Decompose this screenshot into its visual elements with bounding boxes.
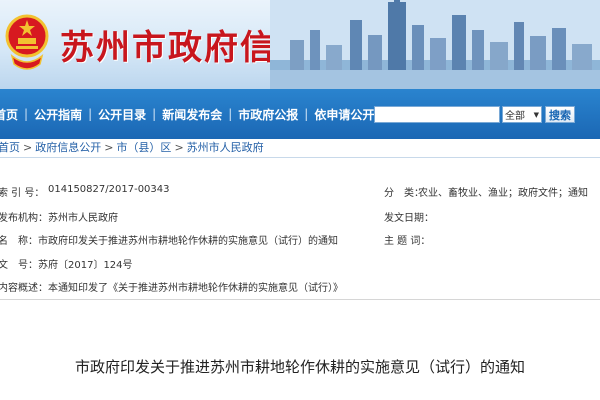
meta-row-publisher: 发布机构： 苏州市人民政府 发文日期： <box>0 209 600 227</box>
publisher-label: 发布机构： <box>0 213 48 224</box>
meta-row-index: 索 引 号： 014150827/2017-00343 分 类： 农业、畜牧业、… <box>0 184 600 202</box>
docno-value: 苏府〔2017〕124号 <box>38 260 133 271</box>
name-label: 名 称： <box>0 236 38 247</box>
nav-guide[interactable]: 公开指南 <box>28 106 88 123</box>
city-skyline-image <box>270 0 600 89</box>
summary-value: 本通知印发了《关于推进苏州市耕地轮作休耕的实施意见（试行）》 <box>48 283 343 294</box>
site-banner: 苏州市政府信息公开 <box>0 0 600 89</box>
breadcrumb-home[interactable]: 首页 <box>0 139 20 155</box>
nav-catalog[interactable]: 公开目录 <box>92 106 152 123</box>
breadcrumb: 首页 > 政府信息公开 > 市（县）区 > 苏州市人民政府 <box>0 139 264 155</box>
docno-label: 文 号： <box>0 260 38 271</box>
search-input[interactable] <box>374 106 500 123</box>
meta-row-docno: 文 号： 苏府〔2017〕124号 <box>0 256 600 274</box>
name-value: 市政府印发关于推进苏州市耕地轮作休耕的实施意见（试行）的通知 <box>38 236 338 247</box>
breadcrumb-separator: > <box>174 140 184 154</box>
date-label: 发文日期： <box>384 213 434 224</box>
chevron-down-icon: ▼ <box>533 110 539 119</box>
category-value: 农业、畜牧业、渔业；政府文件；通知 <box>418 188 588 199</box>
breadcrumb-separator: > <box>23 140 33 154</box>
document-title: 市政府印发关于推进苏州市耕地轮作休耕的实施意见（试行）的通知 <box>74 358 525 376</box>
search-scope-value: 全部 <box>505 111 525 122</box>
breadcrumb-divider <box>0 157 600 158</box>
nav-home[interactable]: 首页 <box>0 106 24 123</box>
nav-apply[interactable]: 依申请公开 <box>308 106 380 123</box>
meta-row-summary: 内容概述： 本通知印发了《关于推进苏州市耕地轮作休耕的实施意见（试行）》 <box>0 279 600 297</box>
index-label: 索 引 号： <box>0 188 45 199</box>
breadcrumb-separator: > <box>104 140 114 154</box>
index-value: 014150827/2017-00343 <box>48 184 170 195</box>
breadcrumb-city-government[interactable]: 苏州市人民政府 <box>187 139 264 155</box>
subject-label: 主 题 词： <box>384 236 431 247</box>
document-metadata: 索 引 号： 014150827/2017-00343 分 类： 农业、畜牧业、… <box>0 174 600 300</box>
summary-label: 内容概述： <box>0 283 48 294</box>
breadcrumb-districts[interactable]: 市（县）区 <box>116 139 171 155</box>
search-button[interactable]: 搜索 <box>545 106 575 123</box>
nav-press-conference[interactable]: 新闻发布会 <box>156 106 228 123</box>
publisher-value: 苏州市人民政府 <box>48 213 118 224</box>
national-emblem-icon <box>5 14 49 70</box>
meta-row-name: 名 称： 市政府印发关于推进苏州市耕地轮作休耕的实施意见（试行）的通知 主 题 … <box>0 232 600 250</box>
search-scope-select[interactable]: 全部 ▼ <box>502 106 542 123</box>
breadcrumb-info-disclosure[interactable]: 政府信息公开 <box>35 139 101 155</box>
nav-gazette[interactable]: 市政府公报 <box>232 106 304 123</box>
